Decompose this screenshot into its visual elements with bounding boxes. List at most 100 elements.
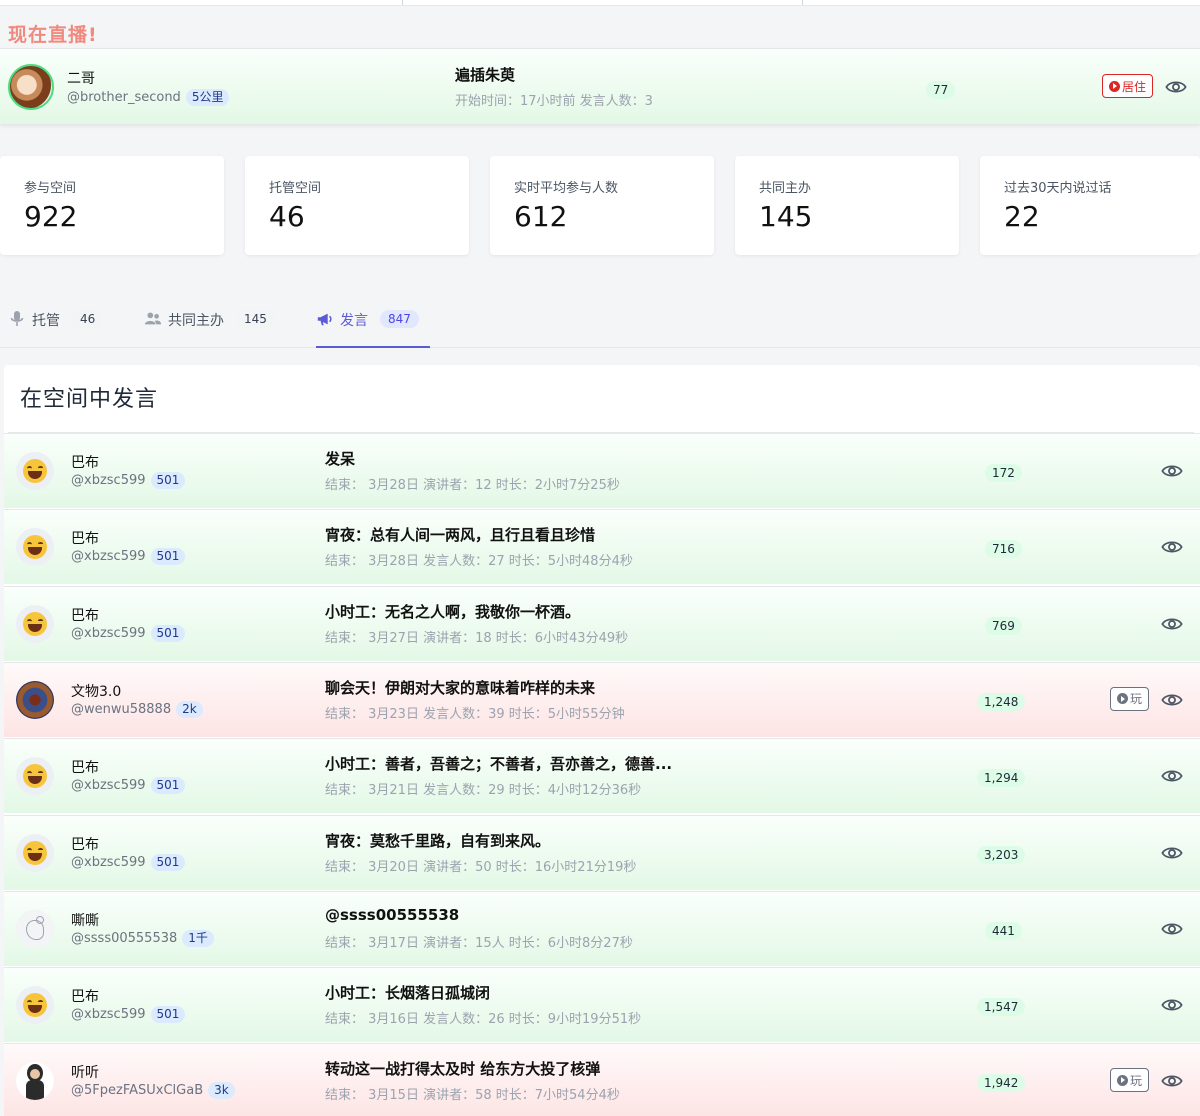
space-row[interactable]: 巴布 @xbzsc599 501 小时工：长烟落日孤城闭 结束： 3月16日 发言人数：… [4,967,1200,1043]
eye-icon[interactable] [1161,464,1183,478]
avatar[interactable] [16,909,54,948]
speaker-handle: @5FpezFASUxClGaB 3k [71,1082,235,1100]
speaker-name[interactable]: 听听 [71,1062,99,1082]
space-topic[interactable]: 转动这一战打得太及时 给东方大投了核弹 [325,1058,600,1079]
space-topic[interactable]: 宵夜：莫愁千里路，自有到来风。 [325,830,550,851]
listener-count: 716 [985,538,1022,559]
avatar[interactable] [16,757,54,796]
live-section-title: 现在直播! [8,24,98,46]
bird-sketch-avatar-image [16,909,54,948]
speaker-name[interactable]: 巴布 [71,757,99,777]
eye-icon[interactable] [1161,846,1183,860]
live-topic[interactable]: 遍插朱萸 [455,64,515,85]
follower-badge: 5公里 [185,89,230,106]
tab-hosted[interactable]: 托管 46 [8,310,104,348]
tab-label: 共同主办 [168,313,224,329]
space-row[interactable]: 巴布 @xbzsc599 501 宵夜：总有人间一两风，且行且看且珍惜 结束： 3月28… [4,509,1200,585]
avatar[interactable] [16,528,54,567]
stat-value: 46 [269,200,305,233]
listener-count: 1,294 [977,767,1026,788]
top-strip [0,0,1200,6]
space-row[interactable]: 听听 @5FpezFASUxClGaB 3k 转动这一战打得太及时 给东方大投了核弹结… [4,1043,1200,1116]
stat-label: 托管空间 [269,181,322,196]
space-row[interactable]: 巴布 @xbzsc599 501 宵夜：莫愁千里路，自有到来风。 结束： 3月20日 演… [4,814,1200,890]
avatar[interactable] [16,604,54,643]
host-name[interactable]: 二哥 [67,68,95,88]
eye-icon[interactable] [1161,540,1183,554]
speaker-name[interactable]: 文物3.0 [71,681,121,701]
space-meta: 结束： 3月15日 演讲者：58 时长：7小时54分4秒 [325,1088,620,1104]
stat-value: 22 [1004,200,1040,233]
avatar[interactable] [16,1062,54,1101]
speaker-name[interactable]: 巴布 [71,452,99,472]
count-pill: 77 [926,81,956,99]
speaker-name[interactable]: 巴布 [71,528,99,548]
avatar[interactable] [16,986,54,1025]
avatar[interactable] [8,64,54,110]
avatar[interactable] [16,680,54,719]
live-meta: 开始时间：17小时前 发言人数：3 [455,94,653,109]
eye-icon[interactable] [1161,769,1183,783]
stat-value: 145 [759,200,813,233]
play-circle-icon [1117,1074,1128,1086]
space-row[interactable]: 巴布 @xbzsc599 501 小时工：善者，吾善之；不善者，吾亦善之，德善... 结… [4,738,1200,814]
eye-icon[interactable] [1161,998,1183,1012]
eye-icon[interactable] [1161,617,1183,631]
count-pill: 3,203 [977,845,1026,864]
tab-cohosted[interactable]: 共同主办 145 [144,310,275,348]
speaker-name[interactable]: 巴布 [71,986,99,1006]
count-pill: 441 [985,921,1022,940]
space-row[interactable]: 巴布 @xbzsc599 501 发呆 结束： 3月28日 演讲者：12 时长：2小时7… [4,433,1200,508]
live-space-card[interactable]: 二哥 @brother_second 5公里 遍插朱萸 开始时间：17小时前 发… [0,48,1200,124]
space-meta: 结束： 3月28日 发言人数：27 时长：5小时48分4秒 [325,554,633,570]
count-pill: 172 [985,464,1022,482]
eye-icon[interactable] [1161,693,1183,707]
space-row[interactable]: 文物3.0 @wenwu58888 2k 聊会天！伊朗对大家的意味着咋样的未来 结束： … [4,661,1200,737]
avatar[interactable] [16,833,54,872]
space-topic[interactable]: 聊会天！伊朗对大家的意味着咋样的未来 [325,677,595,698]
avatar[interactable] [16,452,54,490]
space-row[interactable]: 巴布 @xbzsc599 501 小时工：无名之人啊，我敬你一杯酒。 结束： 3月27日… [4,585,1200,661]
speaker-handle-text: @xbzsc599 [71,625,146,641]
speaker-name[interactable]: 巴布 [71,834,99,854]
tab-label: 发言 [340,313,368,329]
count-pill: 1,942 [977,1074,1026,1093]
eye-icon[interactable] [1165,80,1187,94]
space-topic[interactable]: @ssss00555538 [325,906,459,924]
laughing-emoji-icon [16,604,54,643]
tab-spoke[interactable]: 发言 847 [316,310,430,348]
count-pill: 716 [985,540,1022,559]
laughing-emoji-icon [16,528,54,567]
listener-count: 1,248 [977,691,1026,711]
space-topic[interactable]: 小时工：善者，吾善之；不善者，吾亦善之，德善... [325,753,672,774]
speaker-handle: @wenwu58888 2k [71,700,203,718]
join-button[interactable]: 居住 [1102,74,1154,98]
follower-badge: 501 [150,548,186,566]
speaker-handle-text: @5FpezFASUxClGaB [71,1083,204,1099]
eye-icon[interactable] [1161,922,1183,936]
space-meta: 结束： 3月20日 演讲者：50 时长：16小时21分19秒 [325,859,637,875]
tab-count: 145 [236,310,275,328]
speaker-name[interactable]: 巴布 [71,605,99,625]
stat-label: 共同主办 [759,181,812,196]
space-topic[interactable]: 小时工：长烟落日孤城闭 [325,982,490,1003]
speaker-name[interactable]: 嘶嘶 [71,910,99,930]
space-meta: 结束： 3月21日 发言人数：29 时长：4小时12分36秒 [325,783,642,799]
follower-badge: 501 [150,777,186,795]
space-topic[interactable]: 发呆 [325,448,355,469]
follower-badge: 3k [208,1082,235,1100]
follower-badge: 501 [150,1006,186,1024]
eye-icon[interactable] [1161,1074,1183,1088]
count-pill: 1,294 [977,769,1026,788]
space-topic[interactable]: 小时工：无名之人啊，我敬你一杯酒。 [325,601,580,622]
speaker-handle: @ssss00555538 1千 [71,929,214,947]
count-pill: 1,248 [977,692,1026,711]
listener-count: 1,942 [977,1072,1026,1093]
replay-button[interactable]: 玩 [1110,1068,1150,1093]
tab-count: 46 [72,310,104,328]
space-row[interactable]: 嘶嘶 @ssss00555538 1千 @ssss00555538 结束： 3月17日 … [4,890,1200,966]
tab-label: 托管 [32,313,60,329]
replay-button[interactable]: 玩 [1110,686,1150,711]
stat-label: 实时平均参与人数 [514,181,619,196]
space-topic[interactable]: 宵夜：总有人间一两风，且行且看且珍惜 [325,524,595,545]
